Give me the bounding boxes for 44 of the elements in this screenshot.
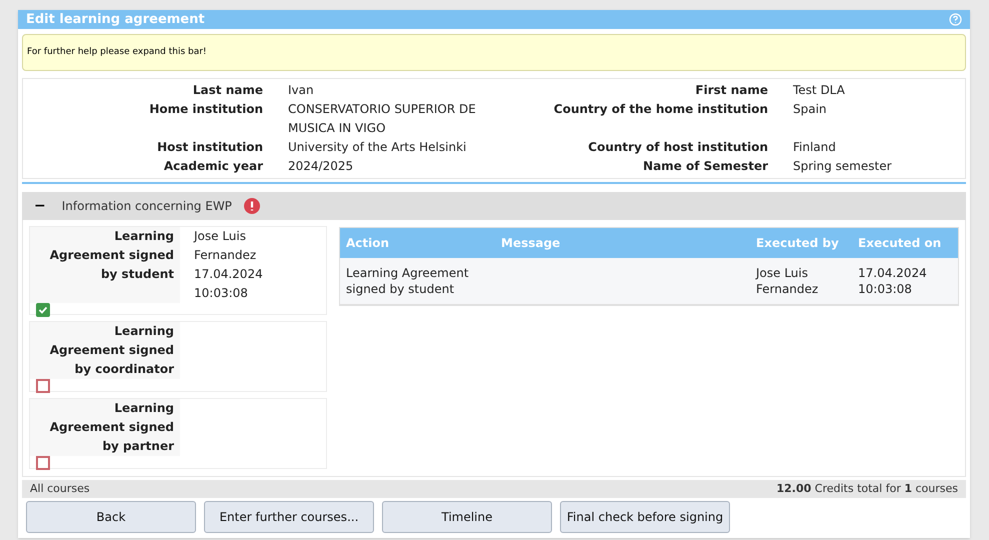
- help-text: For further help please expand this bar!: [27, 46, 207, 59]
- credits-total: 12.00 Credits total for 1 courses: [776, 480, 958, 497]
- column-header: Message: [500, 235, 562, 252]
- signature-label: Learning Agreement signed by partner: [30, 399, 180, 456]
- field-label: Academic year: [162, 158, 263, 175]
- field-value: Spain: [793, 101, 828, 118]
- signature-label: Learning Agreement signed by coordinator: [30, 322, 180, 379]
- signature-detail: Jose Luis Fernandez: [194, 228, 258, 264]
- table-cell-text: Jose Luis Fernandez: [756, 265, 820, 297]
- field-label: First name: [694, 82, 768, 99]
- signature-detail: 17.04.2024 10:03:08: [194, 266, 264, 302]
- field-value: 2024/2025: [288, 158, 354, 175]
- field-label: Country of the home institution: [553, 101, 768, 118]
- checkbox[interactable]: [36, 303, 50, 317]
- column-header: Executed on: [857, 235, 942, 252]
- checkbox[interactable]: [36, 456, 50, 470]
- field-label: Last name: [192, 82, 263, 99]
- column-header: Executed by: [755, 235, 840, 252]
- help-bar[interactable]: For further help please expand this bar!: [22, 34, 966, 71]
- field-label: Host institution: [156, 139, 263, 156]
- column-header: Action: [345, 235, 390, 252]
- action-button[interactable]: Back: [26, 501, 196, 533]
- field-value: Test DLA: [793, 82, 846, 99]
- field-label: Home institution: [148, 101, 263, 118]
- action-button[interactable]: Final check before signing: [560, 501, 730, 533]
- field-value: Spring semester: [793, 158, 893, 175]
- collapse-toggle[interactable]: −: [30, 196, 50, 216]
- action-button[interactable]: Enter further courses...: [204, 501, 374, 533]
- field-label: Name of Semester: [642, 158, 768, 175]
- table-cell-text: 17.04.2024 10:03:08: [858, 265, 928, 297]
- field-value: University of the Arts Helsinki: [288, 139, 468, 156]
- section-title: Information concerning EWP: [62, 198, 232, 215]
- action-button[interactable]: Timeline: [382, 501, 552, 533]
- checkbox[interactable]: [36, 379, 50, 393]
- section-header[interactable]: − Information concerning EWP: [22, 192, 966, 220]
- courses-label: All courses: [30, 480, 90, 497]
- field-value: CONSERVATORIO SUPERIOR DE MUSICA IN VIGO: [288, 101, 477, 137]
- signature-label: Learning Agreement signed by student: [30, 227, 180, 303]
- field-label: Country of host institution: [587, 139, 768, 156]
- field-value: Finland: [793, 139, 837, 156]
- window-title: Edit learning agreement: [26, 10, 205, 29]
- field-value: Ivan: [288, 82, 315, 99]
- table-cell-text: Learning Agreement signed by student: [346, 265, 470, 297]
- help-icon[interactable]: [949, 13, 962, 26]
